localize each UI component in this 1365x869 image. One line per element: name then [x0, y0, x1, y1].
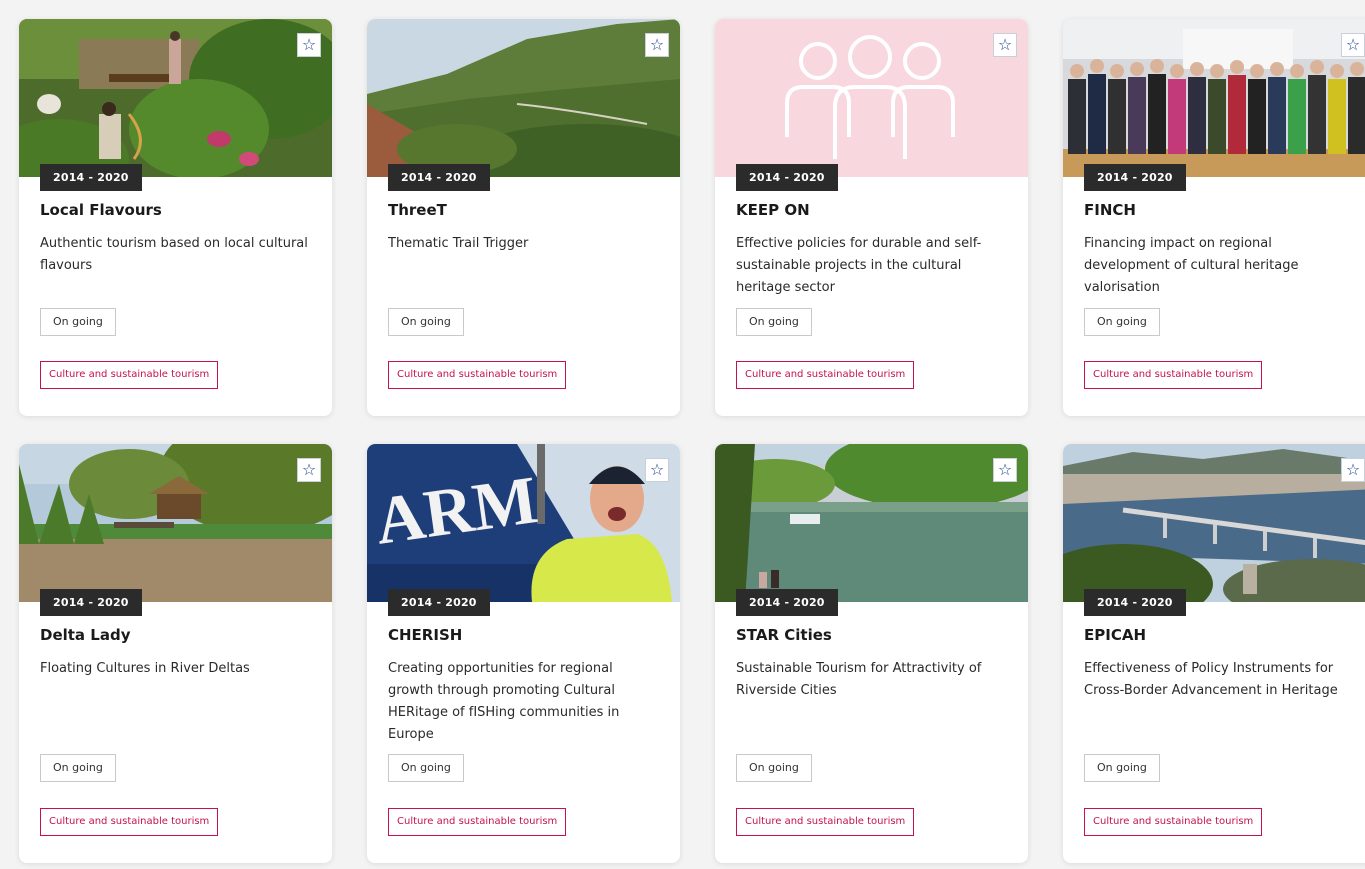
- project-image-border-bridge[interactable]: [1063, 444, 1365, 602]
- theme-tag[interactable]: Culture and sustainable tourism: [1084, 361, 1263, 389]
- status-badge: On going: [736, 754, 812, 782]
- project-card[interactable]: ☆ 2014 - 2020 KEEP ON Effective policies…: [715, 19, 1028, 416]
- status-badge: On going: [388, 754, 464, 782]
- project-description: Thematic Trail Trigger: [388, 236, 529, 251]
- theme-tag[interactable]: Culture and sustainable tourism: [388, 361, 567, 389]
- programme-period-badge: 2014 - 2020: [1084, 589, 1186, 616]
- project-card[interactable]: ☆ 2014 - 2020 ThreeT Thematic Trail Trig…: [367, 19, 680, 416]
- project-description: Sustainable Tourism for Attractivity of …: [736, 661, 982, 698]
- favorite-button[interactable]: ☆: [1341, 33, 1365, 57]
- project-title[interactable]: KEEP ON: [736, 201, 1016, 219]
- favorite-button[interactable]: ☆: [993, 33, 1017, 57]
- project-description: Financing impact on regional development…: [1084, 236, 1299, 295]
- project-image-group-photo[interactable]: [1063, 19, 1365, 177]
- project-card[interactable]: ☆ 2014 - 2020 FINCH Financing impact on …: [1063, 19, 1365, 416]
- project-card[interactable]: ☆ 2014 - 2020 Local Flavours Authentic t…: [19, 19, 332, 416]
- programme-period-badge: 2014 - 2020: [40, 164, 142, 191]
- project-image-placeholder-people[interactable]: [715, 19, 1028, 177]
- status-badge: On going: [388, 308, 464, 336]
- theme-tag[interactable]: Culture and sustainable tourism: [40, 361, 219, 389]
- project-card[interactable]: ☆ 2014 - 2020 Delta Lady Floating Cultur…: [19, 444, 332, 863]
- programme-period-badge: 2014 - 2020: [736, 589, 838, 616]
- star-outline-icon: ☆: [301, 460, 317, 479]
- project-grid: ☆ 2014 - 2020 Local Flavours Authentic t…: [19, 19, 1365, 863]
- project-image-river-delta[interactable]: [19, 444, 332, 602]
- programme-period-badge: 2014 - 2020: [388, 164, 490, 191]
- star-outline-icon: ☆: [649, 35, 665, 54]
- programme-period-badge: 2014 - 2020: [40, 589, 142, 616]
- project-description: Floating Cultures in River Deltas: [40, 661, 250, 676]
- project-image-fisherman-boat[interactable]: ARM: [367, 444, 680, 602]
- favorite-button[interactable]: ☆: [993, 458, 1017, 482]
- theme-tag[interactable]: Culture and sustainable tourism: [1084, 808, 1263, 836]
- status-badge: On going: [736, 308, 812, 336]
- favorite-button[interactable]: ☆: [1341, 458, 1365, 482]
- star-outline-icon: ☆: [649, 460, 665, 479]
- project-description: Creating opportunities for regional grow…: [388, 661, 620, 742]
- star-outline-icon: ☆: [1345, 35, 1361, 54]
- theme-tag[interactable]: Culture and sustainable tourism: [736, 361, 915, 389]
- status-badge: On going: [40, 754, 116, 782]
- favorite-button[interactable]: ☆: [645, 458, 669, 482]
- project-title[interactable]: STAR Cities: [736, 626, 1016, 644]
- project-image-garden[interactable]: [19, 19, 332, 177]
- project-card[interactable]: ARM ☆ 2014 - 2020 CHERISH Creating oppor…: [367, 444, 680, 863]
- project-title[interactable]: Delta Lady: [40, 626, 320, 644]
- programme-period-badge: 2014 - 2020: [1084, 164, 1186, 191]
- project-title[interactable]: ThreeT: [388, 201, 668, 219]
- project-description: Effectiveness of Policy Instruments for …: [1084, 661, 1338, 698]
- project-card[interactable]: ☆ 2014 - 2020 EPICAH Effectiveness of Po…: [1063, 444, 1365, 863]
- star-outline-icon: ☆: [301, 35, 317, 54]
- project-image-riverside-city[interactable]: [715, 444, 1028, 602]
- project-card[interactable]: ☆ 2014 - 2020 STAR Cities Sustainable To…: [715, 444, 1028, 863]
- favorite-button[interactable]: ☆: [297, 458, 321, 482]
- star-outline-icon: ☆: [997, 35, 1013, 54]
- project-image-coastal-trail[interactable]: [367, 19, 680, 177]
- project-title[interactable]: EPICAH: [1084, 626, 1364, 644]
- theme-tag[interactable]: Culture and sustainable tourism: [736, 808, 915, 836]
- project-description: Authentic tourism based on local cultura…: [40, 236, 308, 273]
- theme-tag[interactable]: Culture and sustainable tourism: [388, 808, 567, 836]
- project-title[interactable]: FINCH: [1084, 201, 1364, 219]
- status-badge: On going: [1084, 308, 1160, 336]
- status-badge: On going: [40, 308, 116, 336]
- project-title[interactable]: CHERISH: [388, 626, 668, 644]
- star-outline-icon: ☆: [997, 460, 1013, 479]
- favorite-button[interactable]: ☆: [297, 33, 321, 57]
- programme-period-badge: 2014 - 2020: [736, 164, 838, 191]
- project-description: Effective policies for durable and self-…: [736, 236, 982, 295]
- theme-tag[interactable]: Culture and sustainable tourism: [40, 808, 219, 836]
- programme-period-badge: 2014 - 2020: [388, 589, 490, 616]
- favorite-button[interactable]: ☆: [645, 33, 669, 57]
- star-outline-icon: ☆: [1345, 460, 1361, 479]
- status-badge: On going: [1084, 754, 1160, 782]
- project-title[interactable]: Local Flavours: [40, 201, 320, 219]
